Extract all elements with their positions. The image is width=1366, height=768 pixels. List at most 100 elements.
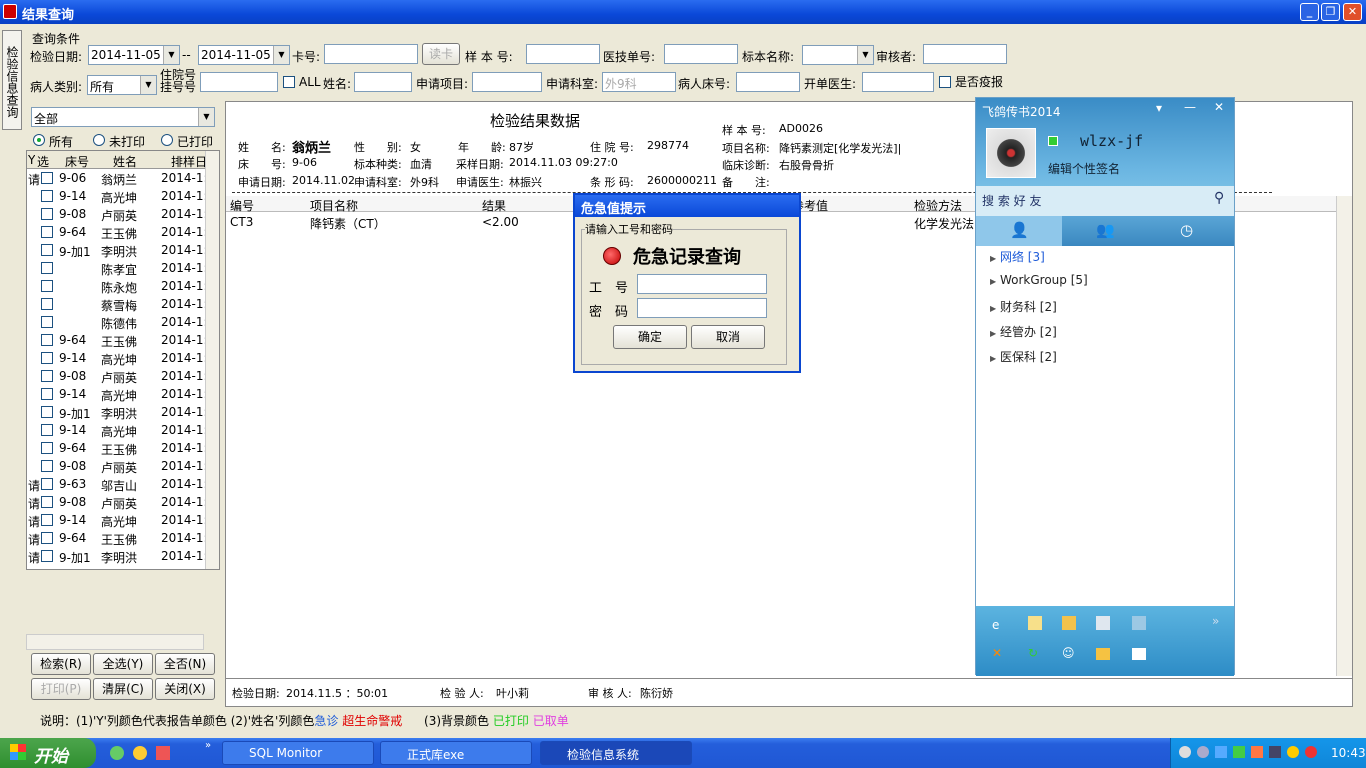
avatar[interactable] (986, 128, 1036, 178)
radio-all[interactable] (33, 134, 45, 146)
row-checkbox[interactable] (41, 298, 53, 310)
row-checkbox[interactable] (41, 172, 53, 184)
row-checkbox[interactable] (41, 316, 53, 328)
row-checkbox[interactable] (41, 262, 53, 274)
grid-icon[interactable] (1132, 616, 1146, 630)
date-to-picker[interactable]: 2014-11-05 ▼ (198, 45, 290, 65)
refresh-icon[interactable]: ↻ (1028, 646, 1038, 660)
list-item[interactable]: 9-64 王玉佛 2014-1: (27, 331, 219, 349)
list-item[interactable]: 陈德伟 2014-1: (27, 313, 219, 331)
more-icon[interactable]: » (1212, 614, 1219, 628)
row-checkbox[interactable] (41, 226, 53, 238)
bed-input[interactable] (736, 72, 800, 92)
row-checkbox[interactable] (41, 496, 53, 508)
list-item[interactable]: 9-64 王玉佛 2014-1: (27, 439, 219, 457)
tray-icon-3[interactable] (1215, 746, 1227, 758)
row-checkbox[interactable] (41, 460, 53, 472)
side-tab[interactable]: 检验信息查询 (2, 30, 22, 130)
row-checkbox[interactable] (41, 370, 53, 382)
tray-icon-6[interactable] (1269, 746, 1281, 758)
list-item[interactable]: 9-14 高光坤 2014-1: (27, 385, 219, 403)
select-all-button[interactable]: 全选(Y) (93, 653, 153, 675)
id-input[interactable] (637, 274, 767, 294)
task-folder[interactable]: 正式库exe (380, 741, 532, 765)
tray-icon-8[interactable] (1305, 746, 1317, 758)
list-item[interactable]: 9-64 王玉佛 2014-1: (27, 223, 219, 241)
task-lis[interactable]: 检验信息系统 (540, 741, 692, 765)
row-checkbox[interactable] (41, 514, 53, 526)
tray-shield-icon[interactable] (1233, 746, 1245, 758)
row-checkbox[interactable] (41, 208, 53, 220)
row-checkbox[interactable] (41, 190, 53, 202)
minimize-button[interactable]: _ (1300, 3, 1319, 21)
list-item[interactable]: 9-08 卢丽英 2014-1: (27, 205, 219, 223)
list-item[interactable]: 请 9-63 邬吉山 2014-1: (27, 475, 219, 493)
list-item[interactable]: 请 9-加1 李明洪 2014-1: (27, 547, 219, 565)
list-item[interactable]: 9-加1 李明洪 2014-1: (27, 403, 219, 421)
apply-item-input[interactable] (472, 72, 542, 92)
list-item[interactable]: 9-14 高光坤 2014-1: (27, 187, 219, 205)
restore-button[interactable]: ❐ (1321, 3, 1340, 21)
im-group-item[interactable]: ▶ WorkGroup [5] (990, 273, 1088, 287)
search-icon[interactable]: ⚲ (1214, 190, 1224, 206)
row-checkbox[interactable] (41, 478, 53, 490)
read-card-button[interactable]: 读卡 (422, 43, 460, 65)
row-checkbox[interactable] (41, 406, 53, 418)
date-from-picker[interactable]: 2014-11-05 ▼ (88, 45, 180, 65)
tab-recent-icon[interactable]: ◷ (1180, 221, 1193, 239)
inpatient-input[interactable] (200, 72, 278, 92)
im-skin-icon[interactable]: ▾ (1156, 101, 1162, 115)
ie-icon[interactable]: e (992, 618, 999, 632)
chevron-down-icon[interactable]: ▼ (273, 46, 289, 64)
chevron-down-icon[interactable]: ▼ (857, 46, 873, 64)
search-button[interactable]: 检索(R) (31, 653, 91, 675)
list-item[interactable]: 请 9-06 翁炳兰 2014-1: (27, 169, 219, 187)
im-close-button[interactable]: ✕ (1214, 100, 1224, 114)
list-item[interactable]: 陈孝宜 2014-1: (27, 259, 219, 277)
list-item[interactable]: 请 9-14 高光坤 2014-1: (27, 511, 219, 529)
tech-no-input[interactable] (664, 44, 738, 64)
quicklaunch-more-icon[interactable]: » (205, 740, 211, 751)
row-checkbox[interactable] (41, 388, 53, 400)
row-checkbox[interactable] (41, 334, 53, 346)
edit-icon[interactable] (1062, 616, 1076, 630)
list-item[interactable]: 陈永炮 2014-1: (27, 277, 219, 295)
tray-icon-2[interactable] (1197, 746, 1209, 758)
result-vertical-scrollbar[interactable] (1336, 196, 1352, 676)
row-checkbox[interactable] (41, 244, 53, 256)
all-checkbox[interactable] (283, 76, 295, 88)
im-signature[interactable]: 编辑个性签名 (1048, 160, 1120, 177)
patient-type-select[interactable]: 所有 ▼ (87, 75, 157, 95)
tab-groups-icon[interactable]: 👥 (1096, 221, 1115, 239)
quicklaunch-explorer-icon[interactable] (133, 746, 147, 760)
row-checkbox[interactable] (41, 424, 53, 436)
list-item[interactable]: 9-14 高光坤 2014-1: (27, 349, 219, 367)
chevron-down-icon[interactable]: ▼ (140, 76, 156, 94)
chevron-down-icon[interactable]: ▼ (163, 46, 179, 64)
ok-button[interactable]: 确定 (613, 325, 687, 349)
select-none-button[interactable]: 全否(N) (155, 653, 215, 675)
list-horizontal-scrollbar[interactable] (26, 634, 204, 650)
im-group-item[interactable]: ▶ 财务科 [2] (990, 298, 1057, 315)
tools-icon[interactable]: ✕ (992, 646, 1002, 660)
users-icon[interactable]: ☺ (1062, 646, 1075, 660)
radio-printed[interactable] (161, 134, 173, 146)
apply-dept-input[interactable]: 外9科 (602, 72, 676, 92)
camera-icon[interactable] (1096, 616, 1110, 630)
task-sql-monitor[interactable]: SQL Monitor (222, 741, 374, 765)
list-item[interactable]: 蔡雪梅 2014-1: (27, 295, 219, 313)
message-icon[interactable] (1132, 648, 1146, 660)
row-checkbox[interactable] (41, 550, 53, 562)
radio-unprinted[interactable] (93, 134, 105, 146)
row-checkbox[interactable] (41, 352, 53, 364)
doctor-input[interactable] (862, 72, 934, 92)
im-group-item[interactable]: ▶ 经管办 [2] (990, 323, 1057, 340)
tray-icon-1[interactable] (1179, 746, 1191, 758)
row-checkbox[interactable] (41, 532, 53, 544)
list-item[interactable]: 9-08 卢丽英 2014-1: (27, 457, 219, 475)
list-item[interactable]: 9-加1 李明洪 2014-1: (27, 241, 219, 259)
name-input[interactable] (354, 72, 412, 92)
specimen-select[interactable]: ▼ (802, 45, 874, 65)
filter-select[interactable]: 全部 ▼ (31, 107, 215, 127)
folder-icon[interactable] (1096, 648, 1110, 660)
